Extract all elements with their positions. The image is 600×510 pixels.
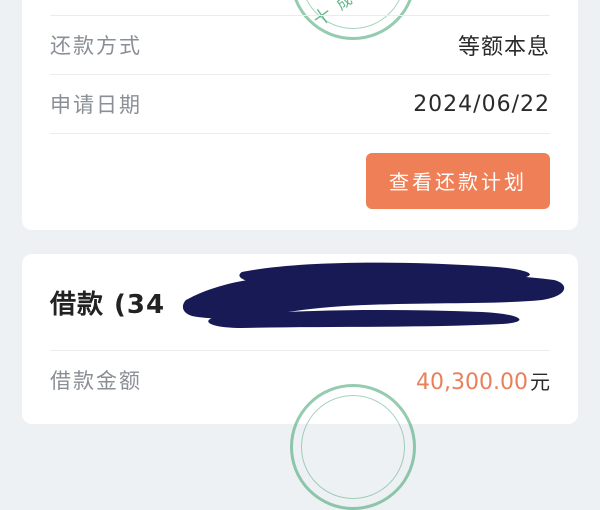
divider: [50, 133, 550, 134]
repayment-method-row: 还款方式 等额本息: [50, 15, 550, 74]
redaction-scribble: [182, 262, 565, 328]
loan-title: 借款 (34: [50, 290, 166, 320]
loan-amount-row: 借款金额 40,300.00 元: [50, 350, 550, 409]
loan-card: 借款 (34 借款金额 40,300.00 元: [22, 254, 578, 510]
repayment-method-value: 等额本息: [457, 35, 550, 60]
success-stamp-icon: [290, 384, 416, 510]
loan-amount-label: 借款金额: [50, 369, 142, 393]
application-date-label: 申请日期: [50, 93, 142, 117]
application-date-value: 2024/06/22: [413, 91, 550, 117]
repayment-method-label: 还款方式: [50, 34, 142, 58]
stamp-text: 成功: [332, 0, 369, 15]
loan-amount-value-group: 40,300.00 元: [416, 366, 550, 395]
application-date-row: 申请日期 2024/06/22: [50, 74, 550, 133]
loan-amount-value: 40,300.00: [416, 369, 528, 395]
repayment-info-card: 十 成功 还款方式 等额本息 申请日期 2024/06/22 查看还款计划: [22, 0, 578, 230]
loan-amount-unit: 元: [530, 369, 550, 394]
view-repayment-plan-button[interactable]: 查看还款计划: [366, 153, 550, 209]
